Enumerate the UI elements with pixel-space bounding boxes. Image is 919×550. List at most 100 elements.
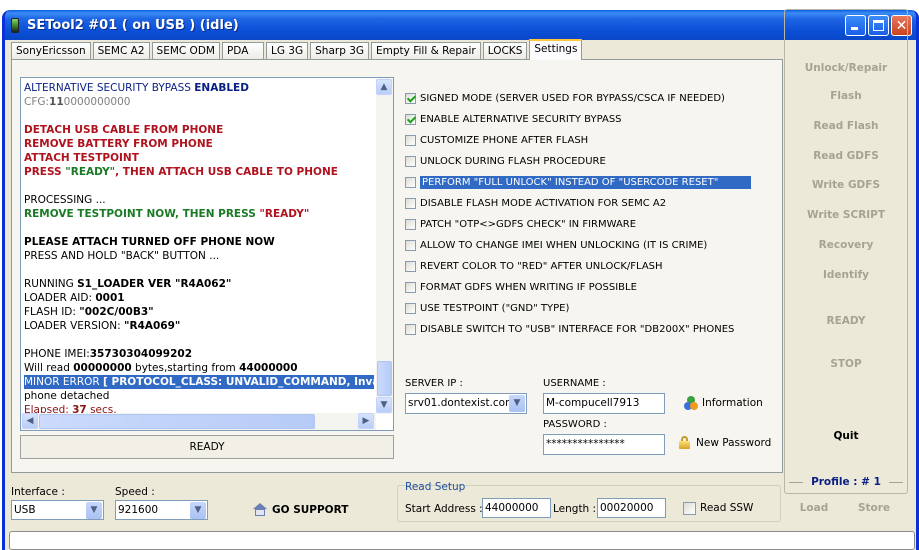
scroll-thumb-horizontal[interactable] [39, 414, 315, 429]
tab-settings[interactable]: Settings [529, 39, 583, 60]
option-patch-otp[interactable]: PATCH "OTP<>GDFS CHECK" IN FIRMWARE [405, 216, 636, 232]
option-label: PERFORM "FULL UNLOCK" INSTEAD OF "USERCO… [420, 175, 751, 189]
new-password-label: New Password [696, 436, 772, 449]
unlock-repair-button[interactable]: Unlock/Repair [785, 62, 907, 74]
option-customize-phone[interactable]: CUSTOMIZE PHONE AFTER FLASH [405, 132, 588, 148]
read-flash-button[interactable]: Read Flash [785, 120, 907, 132]
log-value: 35730304099202 [89, 348, 193, 360]
write-gdfs-button[interactable]: Write GDFS [785, 179, 907, 191]
interface-select[interactable]: USB ▼ [11, 500, 104, 520]
scroll-left-icon[interactable]: ◀ [22, 413, 38, 429]
checkbox[interactable] [405, 281, 416, 293]
checkbox[interactable] [405, 323, 416, 335]
option-label: SIGNED MODE (SERVER USED FOR BYPASS/CSCA… [420, 92, 725, 104]
password-label: PASSWORD : [543, 419, 607, 430]
option-change-imei[interactable]: ALLOW TO CHANGE IMEI WHEN UNLOCKING (IT … [405, 237, 707, 253]
log-horizontal-scrollbar[interactable]: ◀ ▶ [21, 413, 376, 430]
username-input[interactable]: M-compucell7913 [543, 393, 665, 414]
tab-empty-fill-repair[interactable]: Empty Fill & Repair [371, 42, 481, 60]
password-input[interactable]: *************** [543, 434, 665, 455]
checkbox[interactable] [405, 134, 416, 146]
chevron-down-icon[interactable]: ▼ [509, 395, 525, 412]
checkbox[interactable] [405, 302, 416, 314]
option-format-gdfs[interactable]: FORMAT GDFS WHEN WRITING IF POSSIBLE [405, 279, 637, 295]
log-value: 0001 [95, 292, 125, 304]
identify-button[interactable]: Identify [785, 269, 907, 281]
checkbox[interactable] [405, 260, 416, 272]
recovery-button[interactable]: Recovery [785, 239, 907, 251]
scroll-thumb-vertical[interactable] [377, 361, 392, 396]
option-signed-mode[interactable]: SIGNED MODE (SERVER USED FOR BYPASS/CSCA… [405, 90, 725, 106]
chevron-down-icon[interactable]: ▼ [86, 502, 102, 519]
server-ip-select[interactable]: srv01.dontexist.com ▼ [405, 393, 527, 414]
quit-button[interactable]: Quit [785, 430, 907, 442]
progress-bar [9, 531, 915, 550]
read-ssw-checkbox[interactable] [683, 501, 696, 515]
log-vertical-scrollbar[interactable]: ▲ ▼ [376, 78, 393, 414]
window-title: SETool2 #01 ( on USB ) (idle) [27, 17, 239, 33]
option-alt-security-bypass[interactable]: ENABLE ALTERNATIVE SECURITY BYPASS [405, 111, 622, 127]
log-line: REMOVE TESTPOINT NOW, THEN PRESS [24, 208, 260, 220]
settings-panel: ALTERNATIVE SECURITY BYPASS ENABLED CFG:… [11, 59, 783, 473]
checkbox[interactable] [405, 239, 416, 251]
checkbox[interactable] [405, 113, 416, 125]
scroll-down-icon[interactable]: ▼ [376, 397, 392, 413]
option-full-unlock[interactable]: PERFORM "FULL UNLOCK" INSTEAD OF "USERCO… [405, 174, 751, 190]
log-value: "READY" [259, 208, 310, 220]
tab-locks[interactable]: LOCKS [482, 42, 528, 60]
go-support-label: GO SUPPORT [272, 503, 349, 516]
checkbox[interactable] [405, 92, 416, 104]
log-line-selected: MINOR ERROR [24, 376, 104, 388]
log-line: REMOVE BATTERY FROM PHONE [24, 138, 213, 150]
checkbox[interactable] [405, 176, 416, 188]
scroll-up-icon[interactable]: ▲ [376, 79, 392, 95]
status-text: READY [20, 435, 394, 459]
tab-sharp-3g[interactable]: Sharp 3G [310, 42, 370, 60]
load-profile-button[interactable]: Load [789, 502, 839, 514]
checkbox[interactable] [405, 218, 416, 230]
read-gdfs-button[interactable]: Read GDFS [785, 150, 907, 162]
title-bar[interactable]: SETool2 #01 ( on USB ) (idle) ✕ [5, 10, 916, 40]
option-revert-color[interactable]: REVERT COLOR TO "RED" AFTER UNLOCK/FLASH [405, 258, 663, 274]
chevron-down-icon[interactable]: ▼ [190, 502, 206, 519]
option-disable-usb-switch[interactable]: DISABLE SWITCH TO "USB" INTERFACE FOR "D… [405, 321, 734, 337]
length-label: Length : [553, 503, 597, 515]
profile-label: Profile : # 1 [789, 476, 903, 488]
tab-sonyericsson[interactable]: SonyEricsson [11, 42, 91, 60]
tab-semc-odm[interactable]: SEMC ODM [151, 42, 220, 60]
tab-semc-a2[interactable]: SEMC A2 [92, 42, 150, 60]
checkbox[interactable] [405, 155, 416, 167]
home-icon [253, 503, 267, 516]
start-address-input[interactable]: 44000000 [482, 498, 551, 518]
stop-button[interactable]: STOP [785, 358, 907, 370]
speed-label: Speed : [115, 486, 155, 498]
write-script-button[interactable]: Write SCRIPT [785, 209, 907, 221]
log-line: phone detached [24, 390, 110, 402]
log-line: PRESS AND HOLD "BACK" BUTTON ... [24, 250, 220, 262]
option-label: DISABLE SWITCH TO "USB" INTERFACE FOR "D… [420, 323, 735, 335]
new-password-button[interactable]: New Password [679, 436, 771, 449]
option-disable-flash-mode[interactable]: DISABLE FLASH MODE ACTIVATION FOR SEMC A… [405, 195, 666, 211]
ready-button[interactable]: READY [785, 315, 907, 327]
option-label: REVERT COLOR TO "RED" AFTER UNLOCK/FLASH [420, 260, 663, 272]
information-button[interactable]: Information [684, 396, 763, 410]
log-output[interactable]: ALTERNATIVE SECURITY BYPASS ENABLED CFG:… [20, 77, 394, 431]
tab-lg-3g[interactable]: LG 3G [265, 42, 309, 60]
read-ssw-option[interactable]: Read SSW [683, 500, 753, 516]
option-unlock-during-flash[interactable]: UNLOCK DURING FLASH PROCEDURE [405, 153, 606, 169]
log-value: ENABLED [194, 82, 249, 94]
username-label: USERNAME : [543, 378, 606, 389]
store-profile-button[interactable]: Store [849, 502, 899, 514]
speed-select[interactable]: 921600 ▼ [115, 500, 208, 520]
read-setup-title: Read Setup [405, 481, 466, 493]
tab-pda[interactable]: PDA [221, 42, 264, 60]
log-value: [ PROTOCOL_CLASS: UNVALID_COMMAND, Inval… [103, 376, 374, 388]
go-support-link[interactable]: GO SUPPORT [253, 503, 348, 516]
flash-button[interactable]: Flash [785, 90, 907, 102]
option-use-testpoint[interactable]: USE TESTPOINT ("GND" TYPE) [405, 300, 569, 316]
scroll-right-icon[interactable]: ▶ [358, 413, 374, 429]
checkbox[interactable] [405, 197, 416, 209]
length-input[interactable]: 00020000 [597, 498, 666, 518]
log-line: DETACH USB CABLE FROM PHONE [24, 124, 224, 136]
option-label: UNLOCK DURING FLASH PROCEDURE [420, 155, 606, 167]
